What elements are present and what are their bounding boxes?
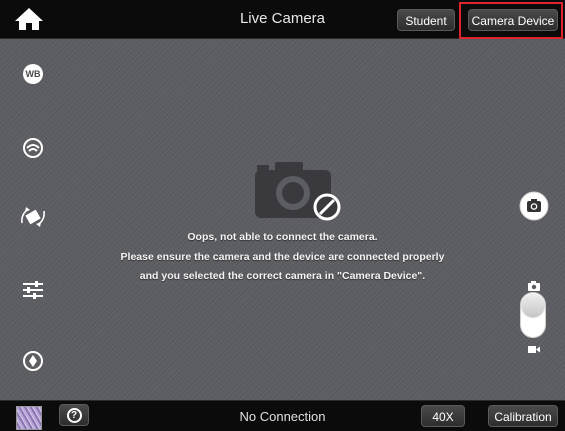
camera-device-button[interactable]: Camera Device — [468, 9, 558, 31]
zoom-button[interactable]: 40X — [421, 405, 465, 427]
error-message-line-2: Please ensure the camera and the device … — [120, 251, 445, 263]
camera-snapshot-icon[interactable] — [518, 190, 550, 222]
toggle-knob[interactable] — [522, 294, 544, 316]
top-bar: Live Camera Student Camera Device — [0, 0, 565, 39]
white-balance-button[interactable]: WB — [19, 60, 47, 88]
focus-icon[interactable] — [19, 347, 47, 375]
error-message-line-3: and you selected the correct camera in "… — [139, 270, 426, 282]
wb-icon: WB — [23, 64, 43, 84]
home-icon[interactable] — [14, 6, 44, 32]
bottom-bar: ? No Connection 40X Calibration — [0, 400, 565, 431]
camera-disabled-icon — [251, 160, 351, 222]
help-icon: ? — [66, 407, 82, 423]
student-button[interactable]: Student — [397, 9, 455, 31]
help-button[interactable]: ? — [59, 404, 89, 426]
photo-mode-icon — [527, 278, 541, 291]
video-mode-icon — [527, 341, 541, 353]
rotate-icon[interactable] — [19, 203, 47, 231]
calibration-button[interactable]: Calibration — [488, 405, 558, 427]
error-message-line-1: Oops, not able to connect the camera. — [187, 231, 378, 243]
photo-video-toggle[interactable] — [520, 292, 546, 338]
exposure-icon[interactable] — [19, 134, 47, 162]
image-thumbnail[interactable] — [16, 406, 42, 430]
